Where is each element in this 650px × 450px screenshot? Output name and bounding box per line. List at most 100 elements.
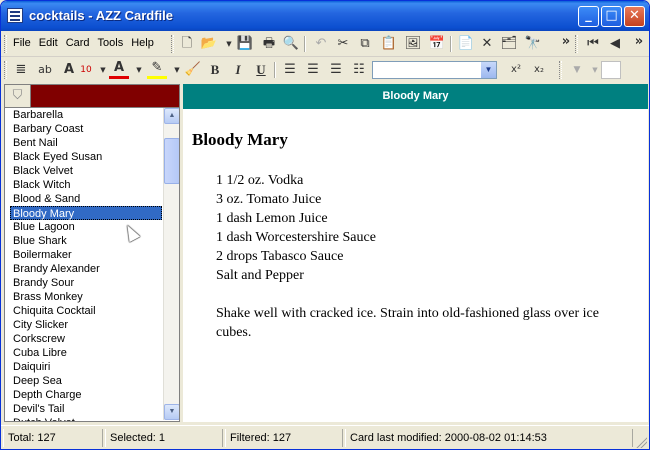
- clear-format-icon[interactable]: 🧹: [183, 60, 203, 80]
- scroll-up-icon[interactable]: ▲: [164, 108, 179, 124]
- list-item[interactable]: Brandy Sour: [5, 276, 165, 290]
- font-color-icon[interactable]: A: [109, 60, 129, 79]
- menu-edit[interactable]: Edit: [35, 37, 62, 49]
- properties-icon[interactable]: 🗂: [499, 34, 519, 54]
- ingredient-line: 1 dash Worcestershire Sauce: [216, 230, 376, 245]
- new-icon[interactable]: 🗋: [177, 34, 197, 54]
- insert-date-icon[interactable]: 📅: [427, 34, 447, 54]
- paragraph-icon[interactable]: ≣: [11, 60, 31, 80]
- open-icon[interactable]: 📂: [199, 34, 219, 54]
- app-window: cocktails - AZZ Cardfile _ □ ✕ File Edit…: [0, 0, 650, 450]
- print-preview-icon[interactable]: 🔍: [281, 34, 301, 54]
- resize-grip[interactable]: [635, 436, 647, 448]
- list-item[interactable]: Barbarella: [5, 108, 165, 122]
- toolbar-grip[interactable]: [559, 61, 562, 79]
- list-item[interactable]: Dutch Velvet: [5, 416, 165, 421]
- filter-icon[interactable]: ⛉: [5, 85, 31, 107]
- align-right-icon[interactable]: ☰: [326, 60, 346, 80]
- toolbar-grip[interactable]: [4, 61, 7, 79]
- list-item[interactable]: Black Eyed Susan: [5, 150, 165, 164]
- toolbar-overflow-icon[interactable]: »: [556, 32, 576, 52]
- list-item[interactable]: Boilermaker: [5, 248, 165, 262]
- list-item[interactable]: Deep Sea: [5, 374, 165, 388]
- menu-toolbar-row: File Edit Card Tools Help 🗋 📂 ▼ 💾 🖶 🔍 ↶ …: [1, 31, 649, 57]
- previous-card-icon[interactable]: ◀: [605, 34, 625, 54]
- menu-tools[interactable]: Tools: [94, 37, 128, 49]
- ingredient-line: Salt and Pepper: [216, 268, 304, 283]
- list-item[interactable]: Chiquita Cocktail: [5, 304, 165, 318]
- toolbar-separator: [274, 62, 276, 78]
- superscript-button[interactable]: x²: [506, 60, 526, 80]
- toolbar-separator: [304, 36, 306, 52]
- status-selected: Selected: 1: [105, 429, 223, 447]
- list-item[interactable]: Bloody Mary: [10, 206, 162, 220]
- list-item[interactable]: Black Velvet: [5, 164, 165, 178]
- list-item[interactable]: Bent Nail: [5, 136, 165, 150]
- insert-picture-icon[interactable]: 🖼: [403, 34, 423, 54]
- list-item[interactable]: Depth Charge: [5, 388, 165, 402]
- card-editor[interactable]: Bloody Mary 1 1/2 oz. Vodka 3 oz. Tomato …: [183, 109, 648, 422]
- ingredient-line: 1 1/2 oz. Vodka: [216, 173, 304, 188]
- list-item[interactable]: Brass Monkey: [5, 290, 165, 304]
- paste-icon[interactable]: 📋: [379, 34, 399, 54]
- list-item[interactable]: City Slicker: [5, 318, 165, 332]
- app-icon[interactable]: [7, 8, 23, 23]
- first-card-icon[interactable]: ⏮: [583, 34, 603, 54]
- list-item[interactable]: Blue Shark: [5, 234, 165, 248]
- ingredient-line: 3 oz. Tomato Juice: [216, 192, 322, 207]
- delete-card-icon[interactable]: ✕: [477, 34, 497, 54]
- list-item[interactable]: Daiquiri: [5, 360, 165, 374]
- find-icon[interactable]: 🔭: [523, 34, 543, 54]
- list-item[interactable]: Black Witch: [5, 178, 165, 192]
- menu-file[interactable]: File: [9, 37, 35, 49]
- style-field[interactable]: [601, 61, 621, 79]
- close-button[interactable]: ✕: [624, 6, 645, 27]
- save-icon[interactable]: 💾: [235, 34, 255, 54]
- cut-icon[interactable]: ✂: [333, 34, 353, 54]
- ingredient-list: 1 1/2 oz. Vodka 3 oz. Tomato Juice 1 dash …: [216, 171, 376, 285]
- style-dropdown-icon[interactable]: ▼: [567, 60, 587, 80]
- list-scrollbar[interactable]: ▲ ▼: [163, 108, 179, 420]
- new-card-icon[interactable]: 📄: [456, 34, 476, 54]
- list-item[interactable]: Brandy Alexander: [5, 262, 165, 276]
- bullets-icon[interactable]: ☷: [349, 60, 369, 80]
- toolbar-grip[interactable]: [4, 35, 7, 53]
- list-item[interactable]: Barbary Coast: [5, 122, 165, 136]
- card-instructions: Shake well with cracked ice. Strain into…: [216, 306, 599, 340]
- list-item[interactable]: Devil's Tail: [5, 402, 165, 416]
- chevron-down-icon[interactable]: ▼: [481, 62, 496, 78]
- scroll-down-icon[interactable]: ▼: [164, 404, 179, 420]
- copy-icon[interactable]: ⧉: [355, 34, 375, 54]
- toolbar-grip[interactable]: [575, 35, 578, 53]
- status-bar: Total: 127 Selected: 1 Filtered: 127 Car…: [1, 425, 649, 449]
- nav-overflow-icon[interactable]: »: [629, 32, 649, 52]
- card-header: Bloody Mary: [183, 84, 648, 109]
- highlight-icon[interactable]: ✎: [147, 60, 167, 79]
- toolbar-separator: [450, 36, 452, 52]
- underline-button[interactable]: U: [251, 60, 271, 80]
- card-list[interactable]: Barbarella Barbary Coast Bent Nail Black Ey…: [4, 108, 180, 422]
- font-name-combo[interactable]: ▼: [372, 61, 497, 79]
- align-left-icon[interactable]: ☰: [280, 60, 300, 80]
- align-center-icon[interactable]: ☰: [303, 60, 323, 80]
- list-item[interactable]: Corkscrew: [5, 332, 165, 346]
- window-title: cocktails - AZZ Cardfile: [29, 8, 173, 23]
- menu-card[interactable]: Card: [62, 37, 94, 49]
- title-bar[interactable]: cocktails - AZZ Cardfile _ □ ✕: [1, 1, 649, 31]
- list-item[interactable]: Cuba Libre: [5, 346, 165, 360]
- toolbar-grip[interactable]: [171, 35, 174, 53]
- scroll-thumb[interactable]: [164, 138, 179, 184]
- italic-button[interactable]: I: [228, 60, 248, 80]
- subscript-button[interactable]: x₂: [529, 60, 549, 80]
- undo-icon[interactable]: ↶: [311, 34, 331, 54]
- maximize-button[interactable]: □: [601, 6, 622, 27]
- bold-button[interactable]: B: [205, 60, 225, 80]
- list-item[interactable]: Blood & Sand: [5, 192, 165, 206]
- spell-check-icon[interactable]: ab: [35, 60, 55, 80]
- minimize-button[interactable]: _: [578, 6, 599, 27]
- list-item[interactable]: Blue Lagoon: [5, 220, 165, 234]
- menu-help[interactable]: Help: [127, 37, 158, 49]
- print-icon[interactable]: 🖶: [259, 34, 279, 54]
- filter-bar[interactable]: ⛉: [4, 84, 180, 108]
- font-color-dropdown-icon[interactable]: ▼: [129, 60, 149, 80]
